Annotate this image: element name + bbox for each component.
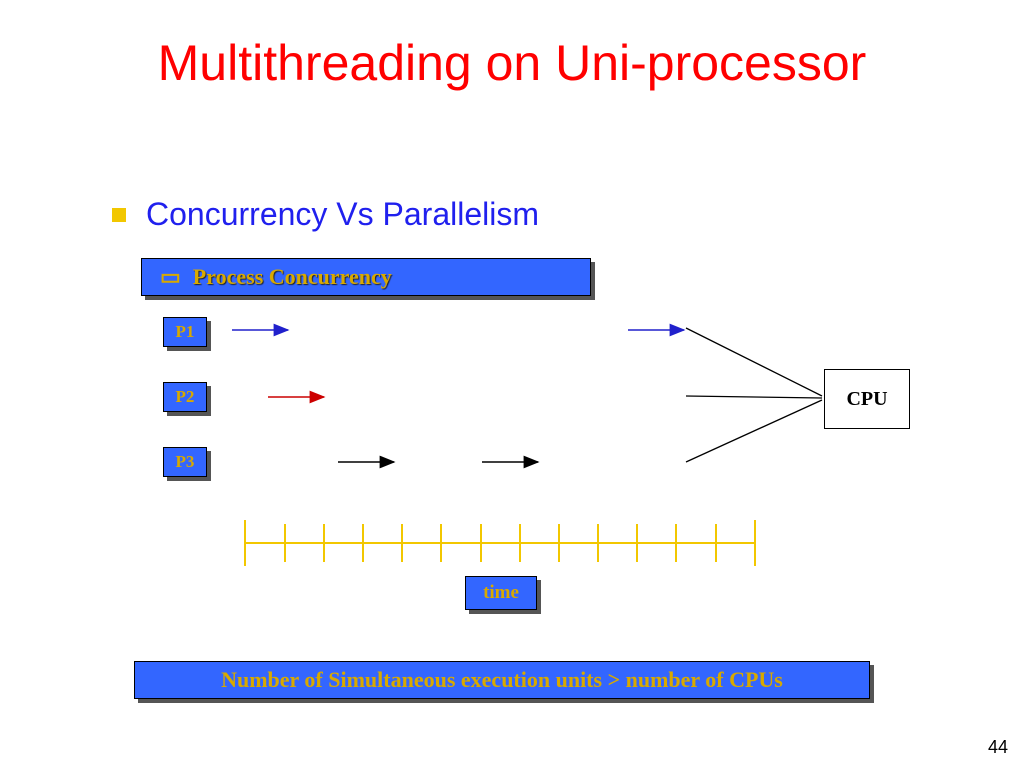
process-concurrency-header: ▭ Process Concurrency (141, 258, 591, 296)
bullet-row: Concurrency Vs Parallelism (112, 196, 539, 233)
time-label-box: time (465, 576, 537, 610)
timeline-ticks-icon (245, 520, 755, 566)
process-p2-box: P2 (163, 382, 207, 412)
cpu-box: CPU (824, 369, 910, 429)
slide-title: Multithreading on Uni-processor (0, 34, 1024, 92)
bottom-note-box: Number of Simultaneous execution units >… (134, 661, 870, 699)
slide: Multithreading on Uni-processor Concurre… (0, 0, 1024, 768)
converge-line-3-icon (686, 400, 822, 462)
bullet-text: Concurrency Vs Parallelism (146, 196, 539, 233)
header-label: Process Concurrency (193, 264, 392, 290)
header-glyph-icon: ▭ (160, 264, 181, 290)
page-number: 44 (988, 737, 1008, 758)
converge-line-1-icon (686, 328, 822, 396)
bullet-square-icon (112, 208, 126, 222)
process-p3-box: P3 (163, 447, 207, 477)
process-p1-box: P1 (163, 317, 207, 347)
converge-line-2-icon (686, 396, 822, 398)
